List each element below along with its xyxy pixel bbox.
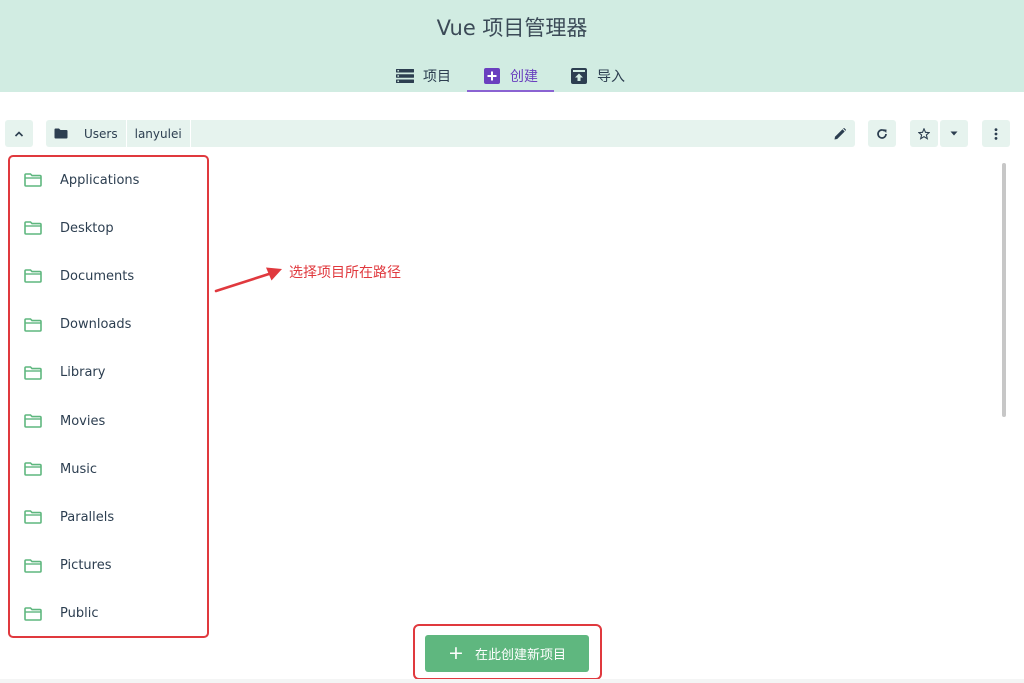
favorite-button[interactable] bbox=[910, 120, 938, 147]
more-vert-icon bbox=[994, 127, 998, 140]
folder-outline-icon bbox=[24, 221, 42, 236]
folder-outline-icon bbox=[24, 366, 42, 380]
tab-import-label: 导入 bbox=[597, 69, 625, 85]
folder-outline-icon bbox=[24, 558, 42, 573]
folder-item[interactable]: Music bbox=[10, 445, 208, 493]
breadcrumb-users[interactable]: Users bbox=[76, 120, 127, 147]
folder-item[interactable]: Parallels bbox=[10, 493, 208, 541]
app-header: Vue 项目管理器 项目 创建 导入 bbox=[0, 0, 1024, 92]
parent-folder-button[interactable] bbox=[5, 120, 33, 147]
folder-list: Applications Desktop Documents Downloads Lib… bbox=[10, 156, 208, 622]
chevron-up-icon bbox=[14, 130, 24, 137]
plus-box-icon bbox=[484, 68, 500, 84]
list-icon bbox=[396, 69, 414, 83]
plus-icon: + bbox=[448, 642, 464, 664]
folder-item[interactable]: Library bbox=[10, 349, 208, 397]
folder-item-label: Downloads bbox=[60, 317, 132, 333]
caret-down-icon bbox=[950, 131, 958, 136]
create-project-button[interactable]: + 在此创建新项目 bbox=[425, 635, 589, 672]
folder-item[interactable]: Applications bbox=[10, 156, 208, 204]
folder-item-label: Pictures bbox=[60, 558, 112, 574]
folder-outline-icon bbox=[24, 606, 42, 621]
folder-item-label: Music bbox=[60, 461, 97, 477]
folder-item-label: Applications bbox=[60, 172, 140, 188]
folder-item[interactable]: Downloads bbox=[10, 301, 208, 349]
edit-path-button[interactable] bbox=[825, 120, 855, 147]
folder-item[interactable]: Pictures bbox=[10, 542, 208, 590]
tab-create[interactable]: 创建 bbox=[467, 60, 554, 92]
scrollbar[interactable] bbox=[1002, 163, 1006, 417]
more-options-button[interactable] bbox=[982, 120, 1010, 147]
refresh-icon bbox=[877, 128, 887, 139]
tab-projects[interactable]: 项目 bbox=[380, 60, 467, 92]
folder-item[interactable]: Desktop bbox=[10, 204, 208, 252]
folder-item-label: Movies bbox=[60, 413, 106, 429]
star-icon bbox=[918, 127, 930, 140]
folder-item[interactable]: Movies bbox=[10, 397, 208, 445]
tab-import[interactable]: 导入 bbox=[554, 60, 641, 92]
import-icon bbox=[571, 68, 587, 84]
breadcrumb-lanyulei[interactable]: lanyulei bbox=[127, 120, 191, 147]
tab-create-label: 创建 bbox=[510, 69, 538, 85]
folder-outline-icon bbox=[24, 269, 42, 284]
folder-item-label: Public bbox=[60, 606, 99, 622]
folder-item-label: Desktop bbox=[60, 220, 114, 236]
create-project-label: 在此创建新项目 bbox=[474, 648, 566, 663]
app-title: Vue 项目管理器 bbox=[436, 16, 588, 40]
annotation-text: 选择项目所在路径 bbox=[289, 265, 401, 281]
nav-tabs: 项目 创建 导入 bbox=[380, 60, 641, 92]
annotation-arrow-icon bbox=[214, 267, 282, 293]
refresh-button[interactable] bbox=[868, 120, 896, 147]
folder-item-label: Documents bbox=[60, 268, 135, 284]
folder-item-label: Parallels bbox=[60, 509, 115, 525]
bottom-strip bbox=[0, 679, 1024, 683]
folder-outline-icon bbox=[24, 173, 42, 187]
folder-item[interactable]: Documents bbox=[10, 252, 208, 300]
tab-projects-label: 项目 bbox=[423, 69, 451, 85]
folder-outline-icon bbox=[24, 462, 42, 477]
folder-icon bbox=[46, 120, 76, 147]
pencil-icon bbox=[834, 127, 846, 139]
folder-item-label: Library bbox=[60, 365, 106, 381]
path-bar: Users lanyulei bbox=[46, 120, 855, 147]
folder-item[interactable]: Public bbox=[10, 590, 208, 622]
folder-outline-icon bbox=[24, 414, 42, 428]
folder-toolbar: Users lanyulei bbox=[0, 120, 1024, 148]
favorites-dropdown-button[interactable] bbox=[940, 120, 968, 147]
folder-outline-icon bbox=[24, 510, 42, 525]
folder-outline-icon bbox=[24, 317, 42, 332]
